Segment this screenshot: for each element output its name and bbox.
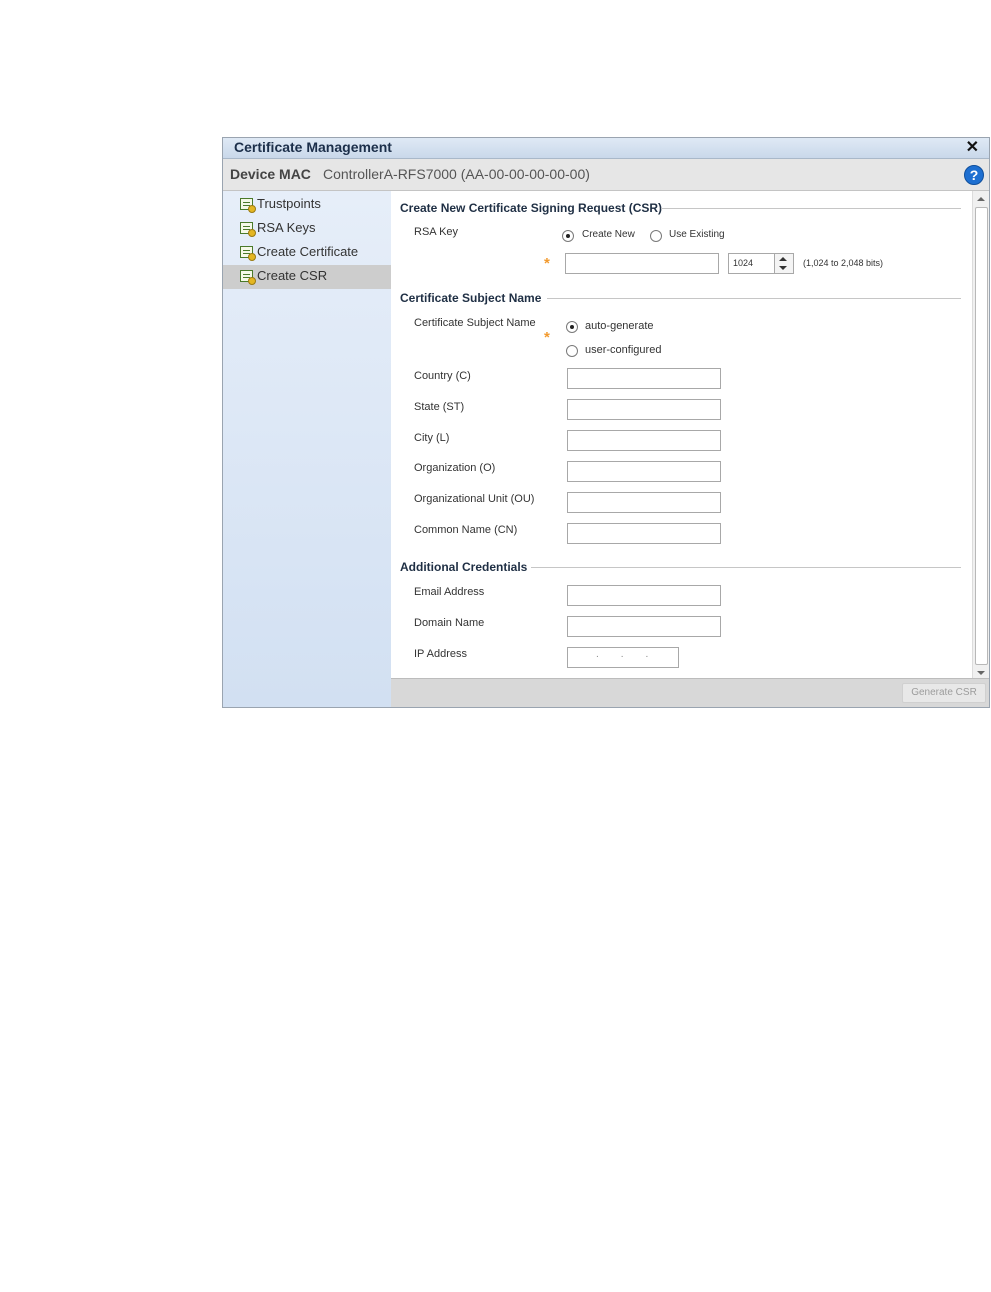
scroll-down-icon[interactable] [977,671,985,675]
required-asterisk-icon: * [544,329,550,346]
dialog-footer: Generate CSR [391,678,989,707]
create-new-radio[interactable] [562,230,574,242]
form-scrollbar[interactable] [972,191,989,679]
auto-generate-label: auto-generate [585,320,654,332]
org-unit-label: Organizational Unit (OU) [414,493,535,505]
sidebar-item-label: Trustpoints [257,196,321,211]
additional-section-heading: Additional Credentials [400,560,528,574]
device-bar: Device MAC ControllerA-RFS7000 (AA-00-00… [223,159,989,191]
stepper-buttons [774,254,793,273]
dialog-titlebar: Certificate Management ✕ [223,138,989,159]
scroll-thumb[interactable] [975,207,988,665]
dialog-title: Certificate Management [234,139,392,155]
subject-section-heading: Certificate Subject Name [400,291,542,305]
country-label: Country (C) [414,370,471,382]
use-existing-label: Use Existing [669,229,725,240]
scroll-up-icon[interactable] [977,197,985,201]
sidebar-item-create-csr[interactable]: Create CSR [223,265,391,289]
csr-section-heading: Create New Certificate Signing Request (… [400,201,663,215]
generate-csr-button[interactable]: Generate CSR [902,683,986,703]
organization-label: Organization (O) [414,462,496,474]
key-size-hint: (1,024 to 2,048 bits) [803,258,884,268]
create-new-label: Create New [582,229,635,240]
rsa-key-name-input[interactable] [565,253,719,274]
city-input[interactable] [567,430,721,451]
certificate-icon [240,198,256,213]
ip-label: IP Address [414,648,467,660]
sidebar-item-trustpoints[interactable]: Trustpoints [223,193,391,217]
state-input[interactable] [567,399,721,420]
certificate-icon [240,222,256,237]
ip-octet-separators: ... [596,649,671,660]
user-configured-label: user-configured [585,344,662,356]
sidebar-item-create-certificate[interactable]: Create Certificate [223,241,391,265]
required-asterisk-icon: * [544,255,550,272]
stepper-down-icon[interactable] [779,266,787,270]
common-name-label: Common Name (CN) [414,524,518,536]
help-icon[interactable]: ? [964,165,984,185]
csr-form: Create New Certificate Signing Request (… [391,191,989,679]
domain-label: Domain Name [414,617,485,629]
ip-address-input[interactable]: ... [567,647,679,668]
device-mac-value: ControllerA-RFS7000 (AA-00-00-00-00-00) [323,166,590,182]
sidebar: Trustpoints RSA Keys Create Certificate … [223,191,392,707]
section-divider [547,298,961,299]
certificate-management-dialog: Certificate Management ✕ Device MAC Cont… [222,137,990,708]
org-unit-input[interactable] [567,492,721,513]
domain-input[interactable] [567,616,721,637]
certificate-icon [240,246,256,261]
sidebar-item-label: Create CSR [257,268,328,283]
certificate-icon [240,270,256,285]
auto-generate-radio[interactable] [566,321,578,333]
subject-name-label: Certificate Subject Name [414,317,536,329]
user-configured-radio[interactable] [566,345,578,357]
close-icon[interactable]: ✕ [966,137,979,157]
stepper-up-icon[interactable] [779,257,787,261]
key-size-value: 1024 [733,258,754,268]
organization-input[interactable] [567,461,721,482]
rsa-key-label: RSA Key [414,226,459,238]
device-mac-label: Device MAC [230,166,311,182]
section-divider [661,208,961,209]
email-label: Email Address [414,586,485,598]
sidebar-item-label: RSA Keys [257,220,316,235]
key-size-stepper[interactable]: 1024 [728,253,794,274]
section-divider [531,567,961,568]
city-label: City (L) [414,432,450,444]
use-existing-radio[interactable] [650,230,662,242]
state-label: State (ST) [414,401,465,413]
email-input[interactable] [567,585,721,606]
common-name-input[interactable] [567,523,721,544]
sidebar-item-label: Create Certificate [257,244,359,259]
sidebar-item-rsa-keys[interactable]: RSA Keys [223,217,391,241]
country-input[interactable] [567,368,721,389]
